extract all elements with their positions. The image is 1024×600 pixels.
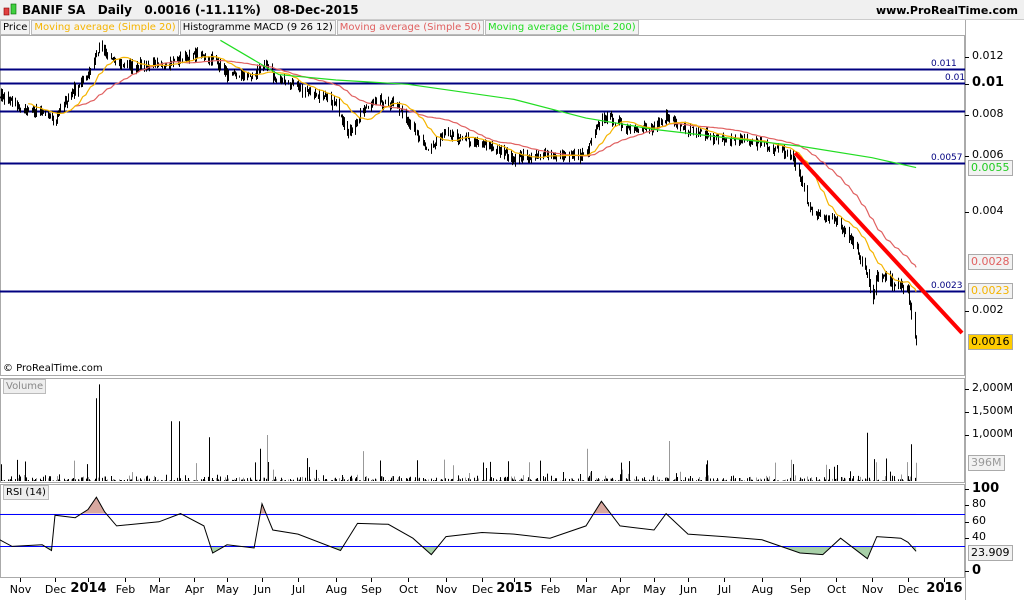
level-label: 0.0057 [931, 152, 963, 163]
rsi-tick-label: 100 [972, 481, 1000, 496]
rsi-panel-label[interactable]: RSI (14) [3, 485, 49, 500]
month-label: Sep [361, 583, 382, 596]
volume-tick-label: 1,000M [972, 427, 1013, 440]
month-label: Jun [679, 583, 698, 596]
level-label: 0.0023 [931, 280, 963, 291]
month-label: Jun [253, 583, 272, 596]
month-label: Apr [184, 583, 205, 596]
month-label: Jul [717, 583, 732, 596]
price-tick-label: 0.012 [972, 49, 1004, 62]
price-label-ma200: 0.0055 [968, 160, 1013, 176]
month-label: 2016 [926, 581, 963, 596]
price-tick-label: 0.002 [972, 303, 1004, 316]
month-label: Nov [861, 583, 884, 596]
level-label: 0.011 [931, 58, 957, 69]
rsi-tick-label: 60 [972, 514, 986, 527]
rsi-last-label: 23.909 [968, 545, 1013, 561]
rsi-tick-label: 80 [972, 497, 986, 510]
price-tick-label: 0.01 [972, 75, 1005, 90]
price-label-ma50: 0.0028 [968, 254, 1013, 270]
copyright: © ProRealTime.com [3, 363, 103, 374]
month-label: Dec [897, 583, 920, 596]
rsi-tick-label: 40 [972, 530, 986, 543]
price-tick-label: 0.004 [972, 204, 1004, 217]
month-label: Oct [826, 583, 847, 596]
month-label: 2015 [496, 581, 533, 596]
month-label: Mar [576, 583, 597, 596]
volume-tick-label: 1,500M [972, 404, 1013, 417]
month-label: Sep [790, 583, 811, 596]
volume-last-label: 396M [968, 455, 1005, 471]
month-label: Dec [44, 583, 67, 596]
month-label: May [216, 583, 239, 596]
price-label-ma20: 0.0023 [968, 283, 1013, 299]
month-label: Aug [325, 583, 348, 596]
month-label: May [643, 583, 666, 596]
price-tick-label: 0.008 [972, 107, 1004, 120]
month-label: Feb [115, 583, 136, 596]
month-label: Nov [435, 583, 458, 596]
month-label: Mar [149, 583, 170, 596]
month-label: Apr [610, 583, 631, 596]
month-label: Jul [291, 583, 306, 596]
rsi-tick-label: 0 [972, 563, 982, 578]
price-label-last: 0.0016 [968, 334, 1013, 350]
volume-panel-label[interactable]: Volume [3, 379, 47, 394]
month-label: Dec [471, 583, 494, 596]
month-label: Feb [540, 583, 561, 596]
month-label: Oct [398, 583, 419, 596]
month-label: 2014 [70, 581, 107, 596]
level-label: 0.01 [945, 72, 966, 83]
month-label: Nov [9, 583, 32, 596]
volume-tick-label: 2,000M [972, 381, 1013, 394]
month-label: Aug [751, 583, 774, 596]
